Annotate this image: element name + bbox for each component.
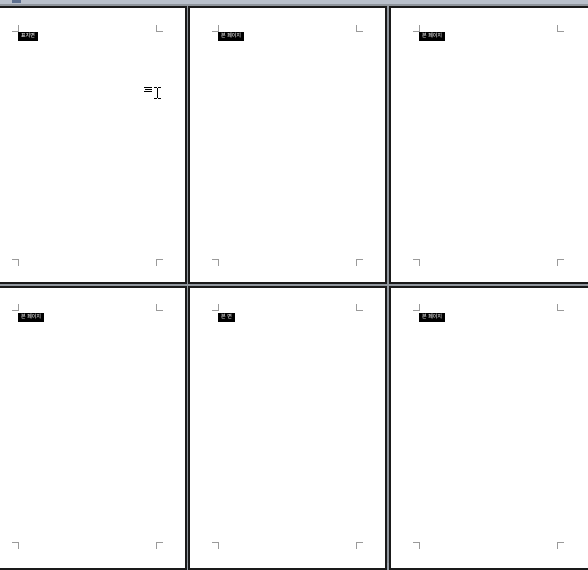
crop-mark-bottom-left xyxy=(413,259,420,266)
crop-mark-bottom-left xyxy=(413,542,420,549)
top-ruler-strip xyxy=(0,0,588,4)
crop-mark-bottom-right xyxy=(156,259,163,266)
crop-mark-top-right xyxy=(156,25,163,32)
crop-mark-top-left xyxy=(212,304,219,311)
crop-mark-top-left xyxy=(12,304,19,311)
crop-mark-bottom-left xyxy=(12,259,19,266)
crop-mark-bottom-left xyxy=(12,542,19,549)
page-label: 본 페이지 xyxy=(419,32,445,41)
crop-mark-top-right xyxy=(557,304,564,311)
crop-mark-top-right xyxy=(356,304,363,311)
page-1[interactable]: 표지면 xyxy=(0,6,187,284)
page-4[interactable]: 본 페이지 xyxy=(0,286,187,570)
crop-mark-top-right xyxy=(356,25,363,32)
page-label: 본 면 xyxy=(218,313,235,322)
page-5[interactable]: 본 면 xyxy=(188,286,387,570)
page-label: 본 페이지 xyxy=(18,313,44,322)
page-3[interactable]: 본 페이지 xyxy=(389,6,588,284)
crop-mark-bottom-right xyxy=(557,259,564,266)
print-preview-workspace[interactable]: 표지면 본 페이지 본 페이지 본 페이지 본 면 본 페이지 xyxy=(0,0,588,570)
text-cursor-icon xyxy=(154,87,161,99)
crop-mark-bottom-right xyxy=(356,542,363,549)
page-label: 표지면 xyxy=(18,32,38,41)
crop-mark-top-right xyxy=(156,304,163,311)
crop-mark-bottom-right xyxy=(356,259,363,266)
crop-mark-top-right xyxy=(557,25,564,32)
crop-mark-top-left xyxy=(212,25,219,32)
crop-mark-top-left xyxy=(413,304,420,311)
crop-mark-bottom-right xyxy=(156,542,163,549)
page-6[interactable]: 본 페이지 xyxy=(389,286,588,570)
ruler-marker[interactable] xyxy=(12,0,21,3)
crop-mark-bottom-left xyxy=(212,259,219,266)
crop-mark-bottom-left xyxy=(212,542,219,549)
paragraph-lines-icon xyxy=(144,87,152,92)
crop-mark-top-left xyxy=(413,25,420,32)
page-2[interactable]: 본 페이지 xyxy=(188,6,387,284)
page-label: 본 페이지 xyxy=(419,313,445,322)
crop-mark-bottom-right xyxy=(557,542,564,549)
page-label: 본 페이지 xyxy=(218,32,244,41)
crop-mark-top-left xyxy=(12,25,19,32)
